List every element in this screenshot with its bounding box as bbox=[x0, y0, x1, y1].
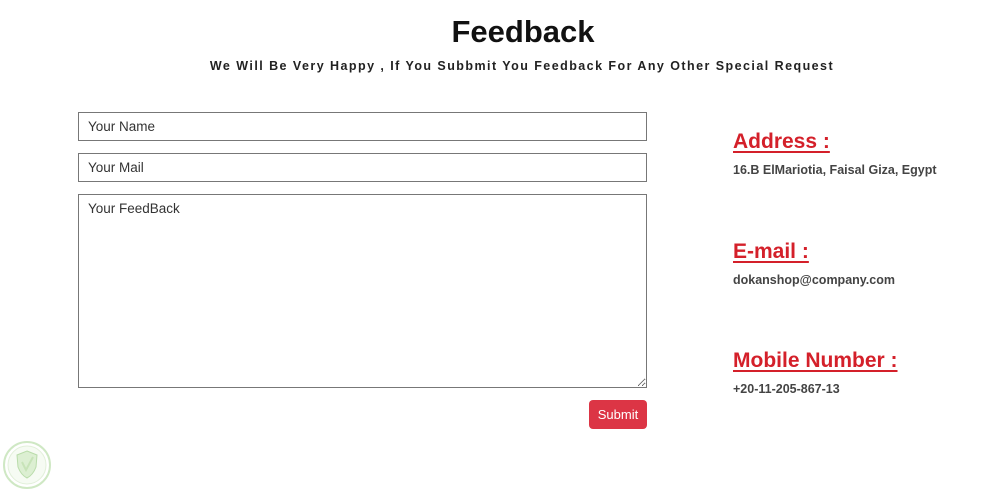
feedback-textarea[interactable] bbox=[78, 194, 647, 388]
mobile-value: +20-11-205-867-13 bbox=[733, 382, 840, 396]
submit-button[interactable]: Submit bbox=[589, 400, 647, 429]
feedback-page: Feedback We Will Be Very Happy , If You … bbox=[0, 0, 1000, 490]
shield-logo-icon bbox=[2, 440, 52, 490]
email-value: dokanshop@company.com bbox=[733, 273, 895, 287]
address-value: 16.B ElMariotia, Faisal Giza, Egypt bbox=[733, 163, 937, 177]
name-input[interactable] bbox=[78, 112, 647, 141]
mail-input[interactable] bbox=[78, 153, 647, 182]
address-heading: Address : bbox=[733, 130, 830, 153]
email-heading: E-mail : bbox=[733, 240, 809, 263]
mobile-heading: Mobile Number : bbox=[733, 349, 898, 372]
page-subtitle: We Will Be Very Happy , If You Subbmit Y… bbox=[209, 59, 835, 73]
page-title: Feedback bbox=[451, 14, 595, 49]
